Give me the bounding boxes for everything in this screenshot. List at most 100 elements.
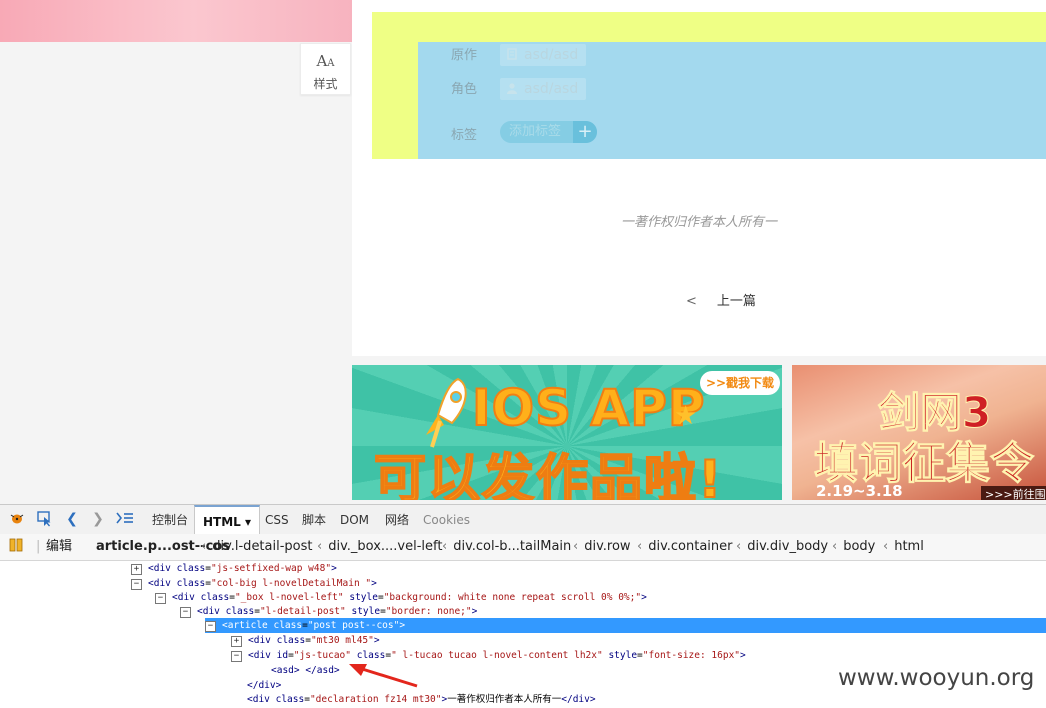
style-button-label: 样式 — [313, 77, 338, 91]
collapse-icon[interactable]: − — [131, 579, 142, 590]
tree-token: <div — [148, 578, 177, 589]
crumb-8[interactable]: html — [894, 539, 924, 554]
original-value: asd/asd — [524, 47, 579, 63]
crumb-6[interactable]: div.div_body — [747, 539, 828, 554]
panel-list-icon[interactable] — [116, 511, 134, 527]
tree-token: " l-tucao tucao l-novel-content lh2x" — [391, 650, 603, 661]
dropdown-arrow-icon: ▾ — [245, 515, 252, 529]
tree-token: <div — [148, 563, 177, 574]
tree-token: <asd> </asd> — [271, 665, 340, 676]
tree-token: "l-detail-post" — [259, 606, 346, 617]
role-chip[interactable]: asd/asd — [500, 78, 587, 100]
tree-token: class — [275, 694, 305, 705]
tree-token: class — [273, 620, 303, 631]
crumb-5[interactable]: div.container — [648, 539, 732, 554]
tree-token: <div — [248, 650, 277, 661]
tree-node[interactable]: <div class="declaration fz14 mt30">一著作权归… — [247, 692, 596, 707]
break-on-mutate-icon[interactable] — [9, 534, 23, 560]
tab-console[interactable]: 控制台 — [152, 505, 188, 534]
tree-node[interactable]: − <div id="js-tucao" class=" l-tucao tuca… — [231, 648, 746, 663]
tab-cookies[interactable]: Cookies — [423, 505, 470, 534]
crumb-1[interactable]: div.l-detail-post — [212, 539, 312, 554]
tree-token: "font-size: 16px" — [642, 650, 741, 661]
tree-token: > — [471, 606, 478, 617]
star-icon: ★ — [674, 401, 698, 431]
jx3-ad-banner[interactable]: 剑网3 填词征集令 2.19~3.18 >>>前往围观 — [792, 365, 1046, 500]
crumb-3[interactable]: div.col-b...tailMain — [453, 539, 571, 554]
expand-icon[interactable]: + — [131, 564, 142, 575]
original-chip[interactable]: asd/asd — [500, 44, 587, 66]
tab-html[interactable]: HTML ▾ — [194, 505, 261, 535]
tree-token: "declaration fz14 mt30" — [309, 694, 442, 705]
watermark: www.wooyun.org — [838, 665, 1035, 691]
add-tag-label: 添加标签 — [509, 124, 562, 139]
devtools-toolbar: ❮ ❯ 控制台 HTML ▾ CSS 脚本 DOM 网络 Cookies — [0, 504, 1046, 535]
ad1-title: IOS APP — [471, 378, 706, 438]
tab-network[interactable]: 网络 — [385, 505, 409, 534]
expand-icon[interactable]: + — [231, 636, 242, 647]
tree-token: "_box l-novel-left" — [234, 592, 344, 603]
tree-node[interactable]: + <div class="js-setfixed-wap w48"> — [131, 561, 337, 576]
tab-dom[interactable]: DOM — [340, 505, 369, 534]
crumb-7[interactable]: body — [843, 539, 875, 554]
tree-token: <div — [172, 592, 201, 603]
role-value: asd/asd — [524, 81, 579, 97]
tree-node[interactable]: − <div class="col-big l-novelDetailMain "… — [131, 576, 377, 591]
prev-post-link[interactable]: < 上一篇 — [686, 290, 756, 309]
collapse-icon[interactable]: − — [205, 621, 216, 632]
tab-script[interactable]: 脚本 — [302, 505, 326, 534]
tree-token: class — [176, 578, 206, 589]
ad2-link[interactable]: >>>前往围观 — [981, 486, 1046, 500]
tree-token: style — [349, 592, 378, 603]
ad2-date: 2.19~3.18 — [816, 482, 903, 500]
crumb-2[interactable]: div._box....vel-left — [328, 539, 442, 554]
ad1-download-bubble[interactable]: >>戳我下载 — [700, 371, 780, 395]
tree-token: style — [608, 650, 638, 661]
ios-app-ad-banner[interactable]: IOS APP 可以发作品啦! ★ >>戳我下载 — [352, 365, 782, 500]
tree-token: </div> — [247, 680, 282, 691]
tree-node[interactable]: </div> — [247, 678, 281, 693]
tree-node[interactable]: − <div class="_box l-novel-left" style="b… — [155, 590, 647, 605]
tree-token: "post post--cos" — [307, 620, 400, 631]
breadcrumb: | 编辑 article.p...ost--cos ‹ div.l-detail-… — [0, 534, 1046, 561]
tree-node[interactable]: − <div class="l-detail-post" style="borde… — [180, 604, 477, 619]
back-arrow-icon[interactable]: ❮ — [63, 511, 81, 527]
tree-token: <article — [222, 620, 274, 631]
forward-arrow-icon[interactable]: ❯ — [89, 511, 107, 527]
edit-button[interactable]: 编辑 — [46, 534, 72, 560]
tree-token: </div> — [561, 694, 596, 705]
prev-post-label: 上一篇 — [716, 294, 756, 309]
collapse-icon[interactable]: − — [180, 607, 191, 618]
tree-token: id — [276, 650, 289, 661]
tree-token: "col-big l-novelDetailMain " — [210, 578, 372, 589]
collapse-icon[interactable]: − — [231, 651, 242, 662]
collapse-icon[interactable]: − — [155, 593, 166, 604]
tree-token: > — [740, 650, 746, 661]
tree-token: <div — [247, 694, 276, 705]
inspect-element-icon[interactable] — [36, 511, 54, 527]
annotation-arrow-icon — [349, 664, 418, 688]
tree-token: class — [276, 635, 306, 646]
crumb-4[interactable]: div.row — [584, 539, 630, 554]
document-icon — [507, 48, 517, 60]
plus-icon: + — [573, 121, 597, 143]
tree-token: > — [371, 578, 377, 589]
tree-node[interactable]: + <div class="mt30 ml45"> — [231, 633, 380, 648]
tree-token: <div — [248, 635, 277, 646]
tree-token: 一著作权归作者本人所有一 — [447, 694, 562, 705]
style-button[interactable]: AA 样式 — [300, 43, 351, 95]
tree-token: > — [373, 635, 380, 646]
add-tag-button[interactable]: 添加标签 + — [500, 121, 597, 143]
tree-token: style — [351, 606, 381, 617]
original-label: 原作 — [451, 48, 478, 63]
tree-node[interactable]: <asd> </asd> — [271, 663, 340, 678]
role-label: 角色 — [451, 82, 478, 97]
tree-node-selected[interactable]: − <article class="post post--cos"> — [205, 618, 1046, 633]
tree-token: "background: white none repeat scroll 0%… — [383, 592, 642, 603]
ad1-subtitle: 可以发作品啦! — [373, 449, 724, 500]
tree-token: > — [641, 592, 647, 603]
tab-css[interactable]: CSS — [265, 505, 289, 534]
user-icon — [507, 83, 517, 94]
firebug-icon[interactable] — [8, 511, 26, 527]
tree-token: <div — [197, 606, 226, 617]
